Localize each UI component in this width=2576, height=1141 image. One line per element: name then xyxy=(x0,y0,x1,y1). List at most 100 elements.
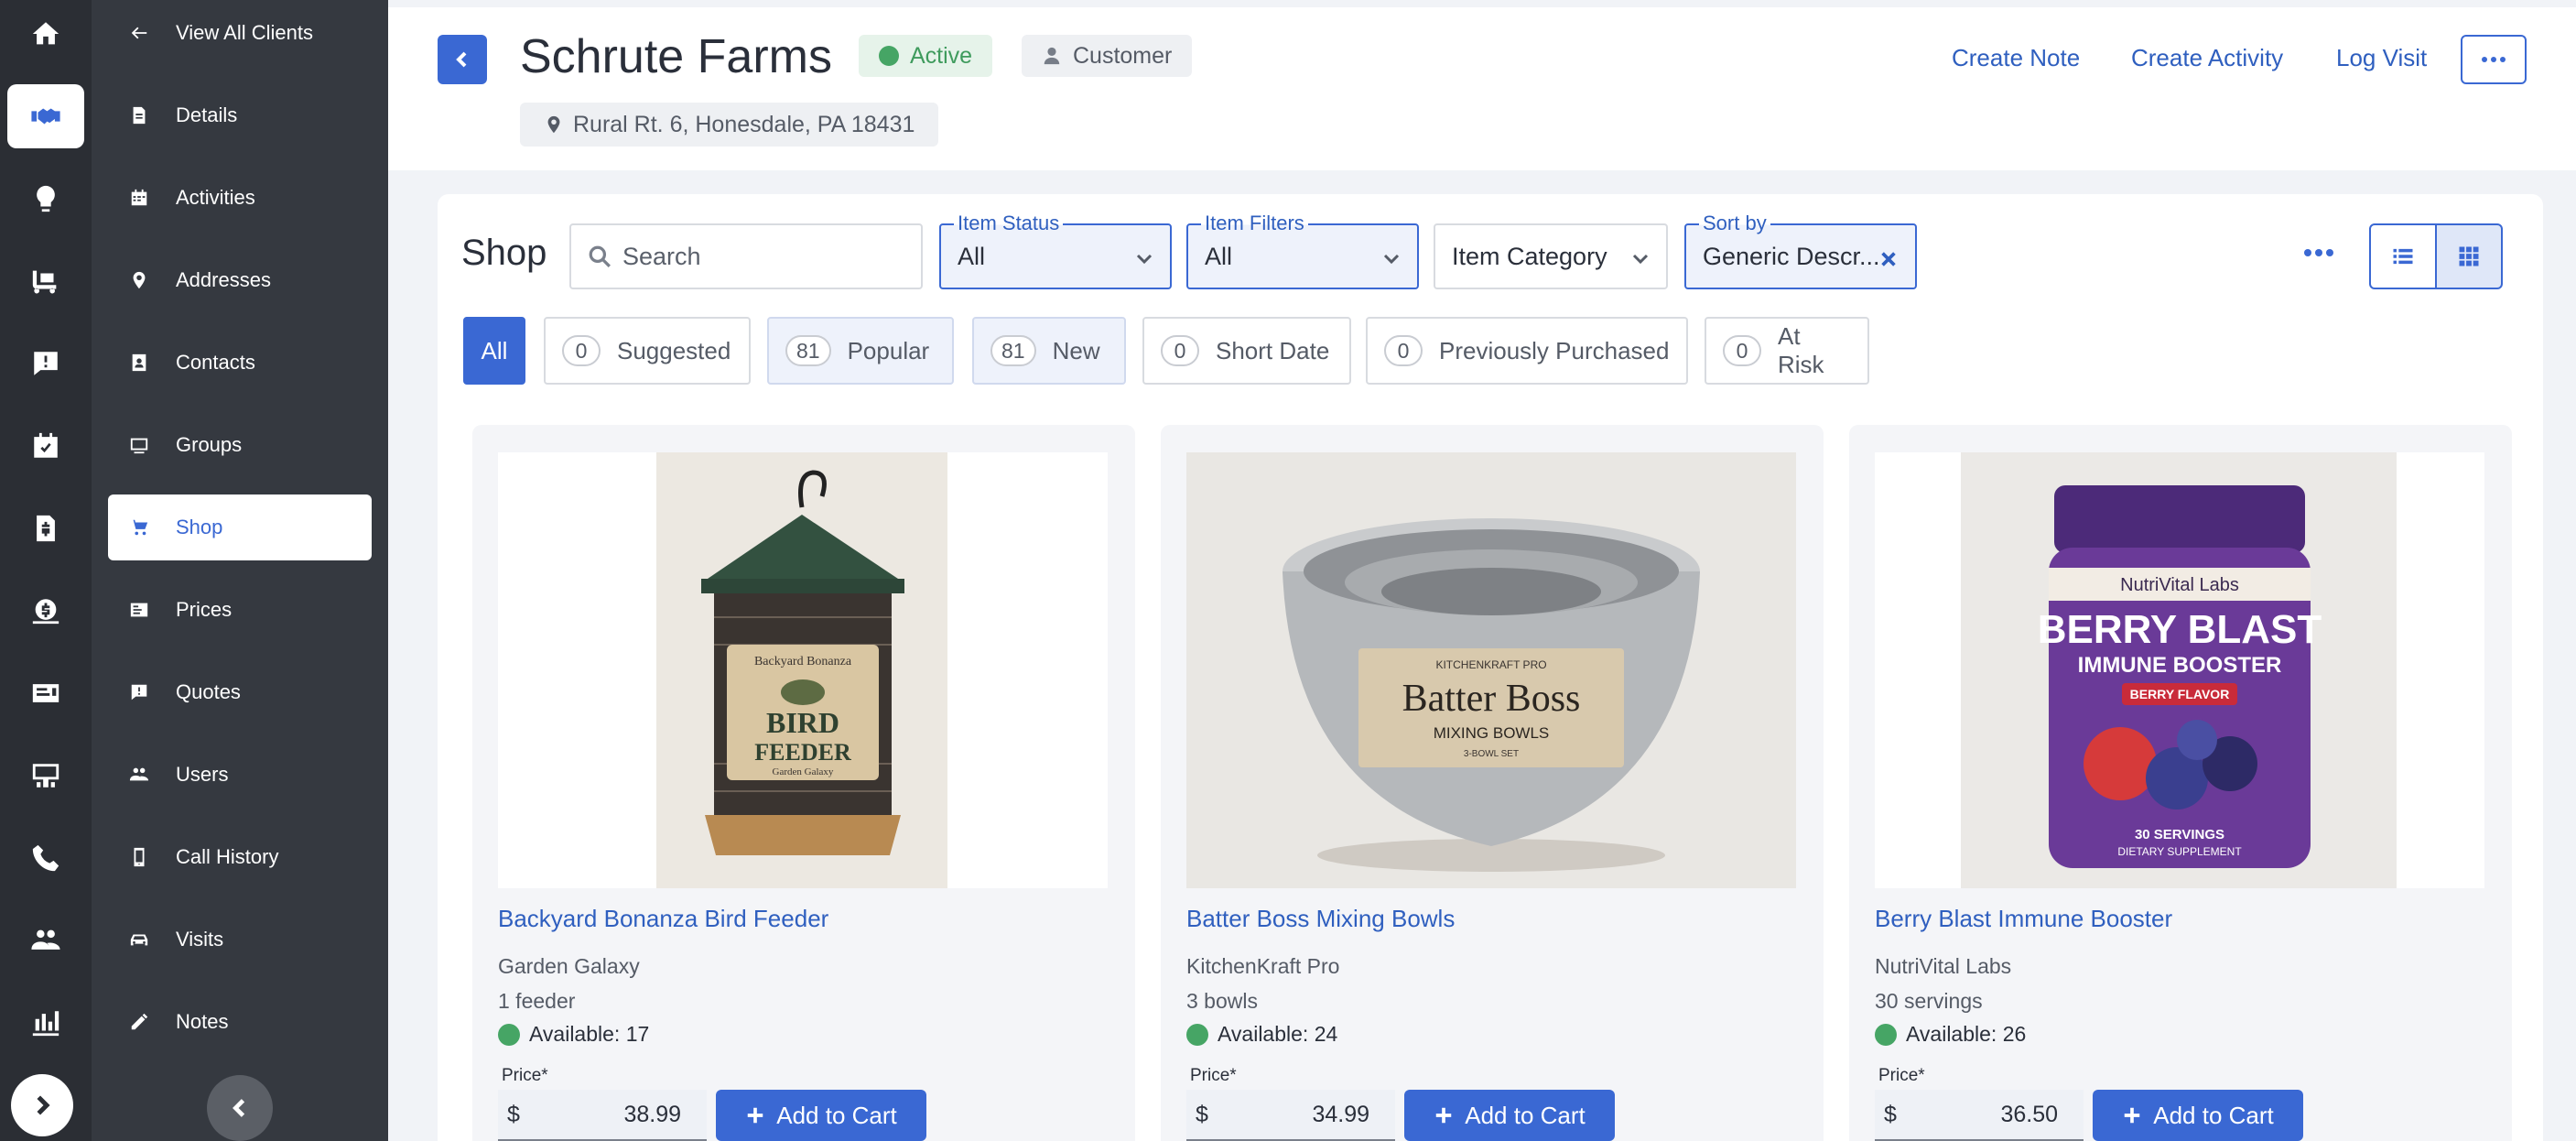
price-input[interactable]: $38.99 xyxy=(498,1090,707,1141)
sidebar-item-label: Users xyxy=(176,763,229,786)
cart-icon xyxy=(128,516,150,538)
product-name-link[interactable]: Batter Boss Mixing Bowls xyxy=(1186,905,1455,933)
product-brand: NutriVital Labs xyxy=(1875,954,2012,978)
map-pin-icon xyxy=(128,269,150,291)
sidebar-item-details[interactable]: Details xyxy=(108,82,372,148)
chip-count: 81 xyxy=(990,335,1036,366)
product-image[interactable]: Backyard Bonanza BIRD FEEDER Garden Gala… xyxy=(498,452,1108,888)
chip-label: New xyxy=(1052,336,1100,364)
expand-icon[interactable] xyxy=(11,1074,73,1136)
clear-icon[interactable] xyxy=(1878,247,1899,267)
lightbulb-icon[interactable] xyxy=(7,167,84,231)
more-options-icon[interactable] xyxy=(2303,245,2340,267)
add-to-cart-button[interactable]: Add to Cart xyxy=(2093,1090,2303,1141)
chip-suggested[interactable]: 0 Suggested xyxy=(544,317,751,385)
chevron-down-icon xyxy=(1133,247,1155,269)
grid-icon xyxy=(2459,246,2479,266)
search-input[interactable]: Search xyxy=(569,223,923,289)
truck-icon[interactable] xyxy=(7,249,84,313)
price-value: 38.99 xyxy=(623,1101,681,1127)
log-visit-link[interactable]: Log Visit xyxy=(2336,44,2427,72)
sidebar-item-groups[interactable]: Groups xyxy=(108,412,372,478)
people-icon[interactable] xyxy=(7,908,84,973)
chip-new[interactable]: 81 New xyxy=(972,317,1126,385)
plus-icon xyxy=(747,1107,763,1124)
product-name-link[interactable]: Berry Blast Immune Booster xyxy=(1875,905,2172,933)
sidebar-item-label: Activities xyxy=(176,186,255,209)
sidebar-item-users[interactable]: Users xyxy=(108,742,372,808)
chip-all[interactable]: All xyxy=(463,317,525,385)
more-actions-button[interactable] xyxy=(2461,35,2527,84)
home-icon[interactable] xyxy=(7,2,84,66)
price-input[interactable]: $34.99 xyxy=(1186,1090,1395,1141)
sidebar-item-prices[interactable]: Prices xyxy=(108,577,372,643)
search-placeholder: Search xyxy=(622,242,701,270)
client-sidebar: View All Clients Details Activities Addr… xyxy=(92,0,388,1141)
price-input[interactable]: $36.50 xyxy=(1875,1090,2084,1141)
item-category-select[interactable]: Item Category xyxy=(1434,223,1668,289)
back-button[interactable] xyxy=(438,35,487,84)
invoice-icon[interactable] xyxy=(7,496,84,560)
chart-icon[interactable] xyxy=(7,991,84,1055)
available-dot-icon xyxy=(1186,1023,1208,1046)
chip-count: 0 xyxy=(1723,335,1761,366)
sort-by-legend: Sort by xyxy=(1699,212,1770,235)
status-badge-label: Active xyxy=(910,42,973,69)
chip-label: Short Date xyxy=(1216,336,1330,364)
availability-label: Available: xyxy=(1906,1022,1997,1046)
product-name-link[interactable]: Backyard Bonanza Bird Feeder xyxy=(498,905,828,933)
product-pack-size: 1 feeder xyxy=(498,989,576,1013)
presentation-icon[interactable] xyxy=(7,744,84,808)
product-pack-size: 3 bowls xyxy=(1186,989,1258,1013)
sort-by-select[interactable]: Sort by Generic Descr... xyxy=(1684,212,1917,289)
sidebar-item-quotes[interactable]: Quotes xyxy=(108,659,372,725)
users-icon xyxy=(128,764,150,786)
add-to-cart-label: Add to Cart xyxy=(776,1101,897,1129)
view-all-clients-link[interactable]: View All Clients xyxy=(108,0,372,66)
alert-chat-icon[interactable] xyxy=(7,331,84,396)
calendar-check-icon[interactable] xyxy=(7,414,84,478)
sidebar-item-activities[interactable]: Activities xyxy=(108,165,372,231)
collapse-sidebar-icon[interactable] xyxy=(207,1075,273,1141)
list-icon xyxy=(2393,248,2413,265)
create-activity-link[interactable]: Create Activity xyxy=(2131,44,2283,72)
grid-view-button[interactable] xyxy=(2435,223,2503,289)
handshake-icon[interactable] xyxy=(7,84,84,148)
chip-short-date[interactable]: 0 Short Date xyxy=(1142,317,1351,385)
plus-icon xyxy=(1435,1107,1452,1124)
availability-count: 26 xyxy=(2002,1022,2027,1046)
feeder-label-sub: Garden Galaxy xyxy=(773,766,834,777)
item-status-select[interactable]: Item Status All xyxy=(939,212,1172,289)
phone-icon[interactable] xyxy=(7,826,84,890)
chip-label: Previously Purchased xyxy=(1439,336,1670,364)
add-to-cart-button[interactable]: Add to Cart xyxy=(1404,1090,1615,1141)
id-card-icon[interactable] xyxy=(7,661,84,725)
chip-label: Suggested xyxy=(617,336,731,364)
immune-booster-image: NutriVital Labs BERRY BLAST IMMUNE BOOST… xyxy=(1875,452,2484,888)
item-filters-select[interactable]: Item Filters All xyxy=(1186,212,1419,289)
customer-type-label: Customer xyxy=(1073,42,1173,69)
sidebar-item-call-history[interactable]: Call History xyxy=(108,824,372,890)
currency-symbol: $ xyxy=(507,1101,520,1127)
create-note-link[interactable]: Create Note xyxy=(1952,44,2080,72)
price-value: 36.50 xyxy=(2000,1101,2058,1127)
chip-popular[interactable]: 81 Popular xyxy=(767,317,954,385)
sidebar-item-contacts[interactable]: Contacts xyxy=(108,330,372,396)
sidebar-item-addresses[interactable]: Addresses xyxy=(108,247,372,313)
sidebar-item-shop[interactable]: Shop xyxy=(108,494,372,560)
chip-at-risk[interactable]: 0 At Risk xyxy=(1705,317,1869,385)
money-bag-icon[interactable] xyxy=(7,579,84,643)
sidebar-item-label: Shop xyxy=(176,516,223,538)
product-image[interactable]: NutriVital Labs BERRY BLAST IMMUNE BOOST… xyxy=(1875,452,2484,888)
sidebar-item-notes[interactable]: Notes xyxy=(108,989,372,1055)
page-title: Schrute Farms xyxy=(520,30,832,83)
product-image[interactable]: KITCHENKRAFT PRO Batter Boss MIXING BOWL… xyxy=(1186,452,1796,888)
add-to-cart-button[interactable]: Add to Cart xyxy=(716,1090,926,1141)
price-value: 34.99 xyxy=(1312,1101,1369,1127)
bowl-label-brand: KITCHENKRAFT PRO xyxy=(1435,658,1546,671)
sidebar-item-visits[interactable]: Visits xyxy=(108,907,372,973)
address-chip[interactable]: Rural Rt. 6, Honesdale, PA 18431 xyxy=(520,103,939,147)
chip-previously-purchased[interactable]: 0 Previously Purchased xyxy=(1366,317,1688,385)
list-view-button[interactable] xyxy=(2369,223,2437,289)
chip-label: All xyxy=(481,336,508,364)
